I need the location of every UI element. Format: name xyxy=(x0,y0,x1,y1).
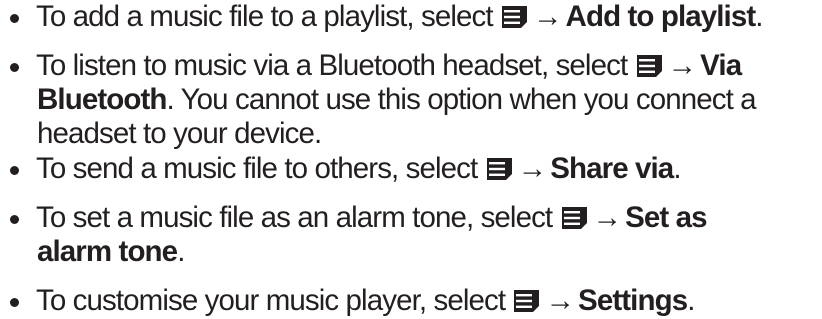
menu-option-label: Set as xyxy=(625,201,707,234)
menu-icon xyxy=(636,55,662,77)
bullet-point xyxy=(10,14,19,23)
text-line: To send a music file to others, select →… xyxy=(36,152,682,186)
text-line: To listen to music via a Bluetooth heads… xyxy=(36,49,742,83)
bullet-point xyxy=(10,298,19,307)
menu-icon xyxy=(514,290,540,312)
text-line: Bluetooth. You cannot use this option wh… xyxy=(37,83,757,117)
text-line: To add a music file to a playlist, selec… xyxy=(36,0,764,34)
arrow-symbol: → xyxy=(517,152,547,185)
instruction-text: headset to your device. xyxy=(37,117,322,150)
menu-option-label: Add to playlist xyxy=(565,0,757,33)
text-line: alarm tone. xyxy=(37,235,185,269)
menu-option-label: Share via xyxy=(550,152,674,185)
instruction-text: . You cannot use this option when you co… xyxy=(166,83,757,116)
punctuation: . xyxy=(177,235,185,268)
document-page: To add a music file to a playlist, selec… xyxy=(0,0,822,319)
punctuation: . xyxy=(687,284,695,317)
text-line: headset to your device. xyxy=(37,117,322,151)
arrow-symbol: → xyxy=(592,201,622,234)
menu-option-label: Settings xyxy=(578,284,688,317)
punctuation: . xyxy=(755,0,763,33)
arrow-symbol: → xyxy=(545,284,575,317)
bullet-point xyxy=(10,215,19,224)
menu-icon xyxy=(561,207,587,229)
bullet-point xyxy=(10,166,19,175)
menu-icon xyxy=(486,158,512,180)
menu-icon xyxy=(501,6,527,28)
instruction-text: To customise your music player, select xyxy=(36,284,506,317)
bullet-point xyxy=(10,63,19,72)
menu-option-label: Via xyxy=(700,49,742,82)
menu-option-label: alarm tone xyxy=(37,235,178,268)
menu-option-label: Bluetooth xyxy=(37,83,167,116)
instruction-text: To add a music file to a playlist, selec… xyxy=(36,0,494,33)
instruction-text: To set a music file as an alarm tone, se… xyxy=(36,201,553,234)
arrow-symbol: → xyxy=(532,0,562,33)
instruction-text: To listen to music via a Bluetooth heads… xyxy=(36,49,628,82)
instruction-text: To send a music file to others, select xyxy=(36,152,478,185)
text-line: To set a music file as an alarm tone, se… xyxy=(36,201,708,235)
arrow-symbol: → xyxy=(667,49,697,82)
text-line: To customise your music player, select →… xyxy=(36,284,695,318)
punctuation: . xyxy=(673,152,681,185)
